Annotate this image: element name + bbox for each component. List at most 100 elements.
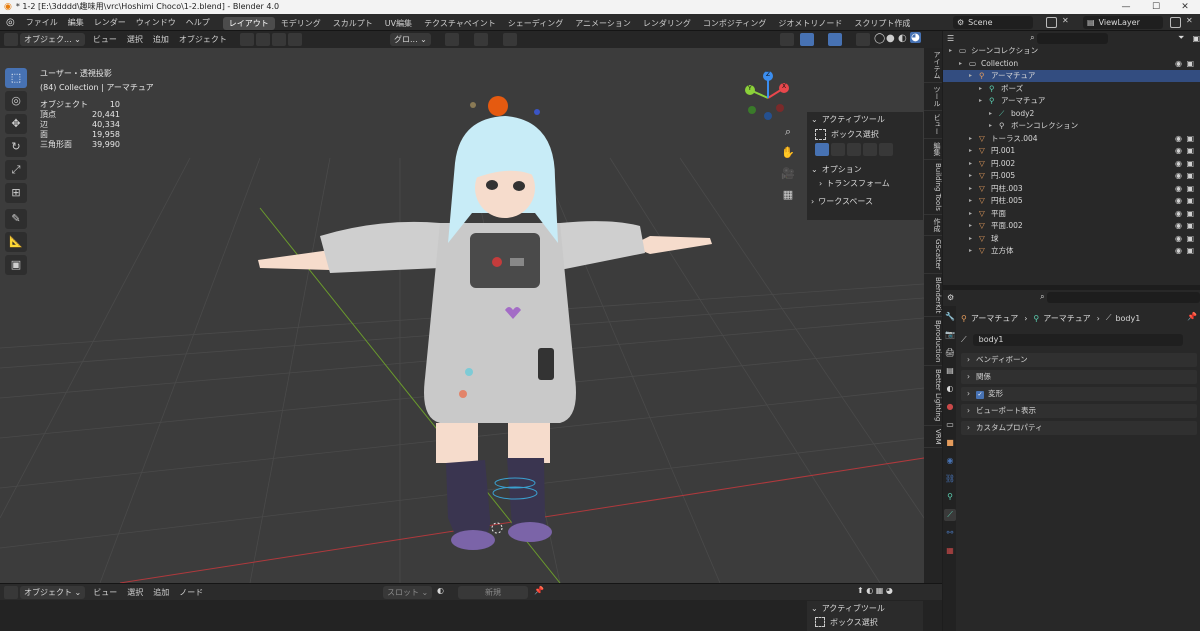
- select-mode-subtract-icon[interactable]: [271, 33, 286, 46]
- outliner-row[interactable]: ▸ ▽ 立方体 ◉ ▣: [943, 245, 1200, 257]
- bottom-box-select-row[interactable]: ボックス選択: [807, 615, 923, 629]
- bottom-active-tool-header[interactable]: ⌄ アクティブツール: [807, 601, 923, 615]
- shading-rendered-icon[interactable]: ◕: [910, 32, 921, 43]
- overlay-toggle-icon[interactable]: [828, 33, 842, 46]
- workspace-tab[interactable]: テクスチャペイント: [418, 17, 502, 30]
- render-tab-icon[interactable]: 📷: [944, 329, 956, 341]
- render-camera-icon[interactable]: ▣: [1186, 208, 1194, 220]
- property-section[interactable]: › ✓ 変形: [961, 387, 1197, 401]
- view-layer-selector[interactable]: ▤ ViewLayer: [1083, 16, 1163, 29]
- active-tool-header[interactable]: ⌄ アクティブツール: [807, 112, 923, 126]
- new-collection-icon[interactable]: ▣: [1192, 34, 1200, 43]
- blender-menu-icon[interactable]: ◎: [0, 17, 21, 28]
- visibility-eye-icon[interactable]: ◉: [1175, 220, 1182, 232]
- mode-invert-icon[interactable]: [863, 142, 877, 156]
- sidebar-tab[interactable]: ツール: [924, 83, 942, 111]
- measure-tool-icon[interactable]: 📐: [5, 232, 27, 252]
- slot-dropdown[interactable]: スロット ⌄: [383, 586, 433, 599]
- tool-settings-tab-icon[interactable]: 🔧: [944, 311, 956, 323]
- outliner-search-input[interactable]: [1036, 32, 1109, 44]
- render-camera-icon[interactable]: ▣: [1186, 158, 1194, 170]
- property-section[interactable]: › カスタムプロパティ: [961, 421, 1197, 435]
- viewport-menu-item[interactable]: 追加: [148, 31, 174, 48]
- property-section[interactable]: › 関係: [961, 370, 1197, 384]
- menu-item[interactable]: 編集: [63, 14, 89, 31]
- outliner-row[interactable]: ▸ ▽ 平面 ◉ ▣: [943, 208, 1200, 220]
- outliner-row[interactable]: ▸ ▽ 円柱.005 ◉ ▣: [943, 195, 1200, 207]
- workspace-tab[interactable]: レンダリング: [637, 17, 697, 30]
- bottom-mode-dropdown[interactable]: オブジェクト ⌄: [20, 585, 86, 599]
- properties-editor-icon[interactable]: ⚙: [947, 293, 954, 302]
- expand-arrow-icon[interactable]: ▸: [979, 95, 982, 107]
- expand-arrow-icon[interactable]: ▸: [969, 245, 972, 257]
- expand-arrow-icon[interactable]: ▸: [969, 170, 972, 182]
- object-mode-dropdown[interactable]: オブジェク... ⌄: [20, 33, 85, 46]
- render-camera-icon[interactable]: ▣: [1186, 133, 1194, 145]
- mode-new-icon[interactable]: [815, 142, 829, 156]
- sidebar-tab[interactable]: VRM: [924, 426, 942, 449]
- expand-arrow-icon[interactable]: ▸: [969, 195, 972, 207]
- material-browse-icon[interactable]: ◐: [437, 586, 444, 595]
- properties-search-input[interactable]: [1046, 291, 1200, 303]
- mode-extend-icon[interactable]: [831, 142, 845, 156]
- visibility-eye-icon[interactable]: ◉: [1175, 145, 1182, 157]
- visibility-eye-icon[interactable]: ◉: [1175, 170, 1182, 182]
- collection-tab-icon[interactable]: ▭: [944, 419, 956, 431]
- navigation-gizmo[interactable]: X Y Z: [740, 68, 800, 128]
- properties-search-icon[interactable]: ⌕: [1040, 292, 1044, 302]
- sidebar-tab[interactable]: GScatter: [924, 236, 942, 274]
- sidebar-tab[interactable]: Bproduction: [924, 317, 942, 367]
- select-mode-icon[interactable]: [239, 33, 254, 46]
- new-material-button[interactable]: 新規: [458, 586, 528, 599]
- view-layer-tab-icon[interactable]: ▤: [944, 365, 956, 377]
- bottom-editor-area[interactable]: ⌄ アクティブツール ボックス選択: [0, 600, 942, 631]
- constraints-tab-icon[interactable]: ⛓: [944, 473, 956, 485]
- workspace-tab[interactable]: スクリプト作成: [848, 17, 916, 30]
- property-section[interactable]: › ビューポート表示: [961, 404, 1197, 418]
- workspace-tab[interactable]: モデリング: [275, 17, 327, 30]
- select-mode-invert-icon[interactable]: [287, 33, 302, 46]
- menu-item[interactable]: ヘルプ: [181, 14, 215, 31]
- gizmo-toggle-icon[interactable]: [800, 33, 814, 46]
- viewport-menu-item[interactable]: オブジェクト: [174, 31, 232, 48]
- move-tool-icon[interactable]: ✥: [5, 114, 27, 134]
- expand-arrow-icon[interactable]: ▸: [959, 58, 962, 70]
- workspace-tab[interactable]: コンポジティング: [697, 17, 773, 30]
- visibility-eye-icon[interactable]: ◉: [1175, 233, 1182, 245]
- visibility-eye-icon[interactable]: ◉: [1175, 195, 1182, 207]
- workspace-tab[interactable]: アニメーション: [569, 17, 637, 30]
- workspace-tab[interactable]: シェーディング: [502, 17, 569, 30]
- perspective-grid-icon[interactable]: ▦: [777, 185, 799, 203]
- snap-icon[interactable]: [474, 33, 488, 46]
- outliner-row[interactable]: ▸ ▽ 球 ◉ ▣: [943, 233, 1200, 245]
- expand-arrow-icon[interactable]: ▸: [969, 208, 972, 220]
- texture-tab-icon[interactable]: ▦: [944, 545, 956, 557]
- annotate-tool-icon[interactable]: ✎: [5, 209, 27, 229]
- workspace-tab[interactable]: ジオメトリノード: [772, 17, 848, 30]
- workspace-tab[interactable]: スカルプト: [327, 17, 379, 30]
- pivot-point-icon[interactable]: [445, 33, 459, 46]
- outliner-row[interactable]: ▸ ▽ 平面.002 ◉ ▣: [943, 220, 1200, 232]
- box-select-row[interactable]: ボックス選択: [807, 126, 923, 142]
- expand-arrow-icon[interactable]: ▸: [969, 183, 972, 195]
- sidebar-tab[interactable]: Building Tools: [924, 160, 942, 215]
- workspace-tab[interactable]: レイアウト: [222, 16, 275, 30]
- outliner-row[interactable]: ▸ ⚲ ポーズ: [943, 83, 1200, 95]
- shading-wireframe-icon[interactable]: ◯: [874, 33, 885, 44]
- select-tool-icon[interactable]: ⬚: [5, 68, 27, 88]
- workspace-tab[interactable]: UV編集: [379, 17, 418, 30]
- bone-name-field[interactable]: body1: [972, 334, 1183, 346]
- zoom-icon[interactable]: ⌕: [777, 122, 799, 140]
- mode-intersect-icon[interactable]: [879, 142, 893, 156]
- pan-hand-icon[interactable]: ✋: [777, 143, 799, 161]
- render-camera-icon[interactable]: ▣: [1186, 58, 1194, 70]
- cursor-tool-icon[interactable]: ◎: [5, 91, 27, 111]
- outliner-row[interactable]: ▸ ▽ 円.002 ◉ ▣: [943, 158, 1200, 170]
- bone-tab-icon[interactable]: ⟋: [944, 509, 956, 521]
- visibility-eye-icon[interactable]: ◉: [1175, 133, 1182, 145]
- render-camera-icon[interactable]: ▣: [1186, 233, 1194, 245]
- transform-tool-icon[interactable]: ⊞: [5, 183, 27, 203]
- outliner-search-icon[interactable]: ⌕: [1030, 33, 1034, 43]
- visibility-eye-icon[interactable]: ◉: [1175, 208, 1182, 220]
- sidebar-tab[interactable]: BlenderKit: [924, 274, 942, 317]
